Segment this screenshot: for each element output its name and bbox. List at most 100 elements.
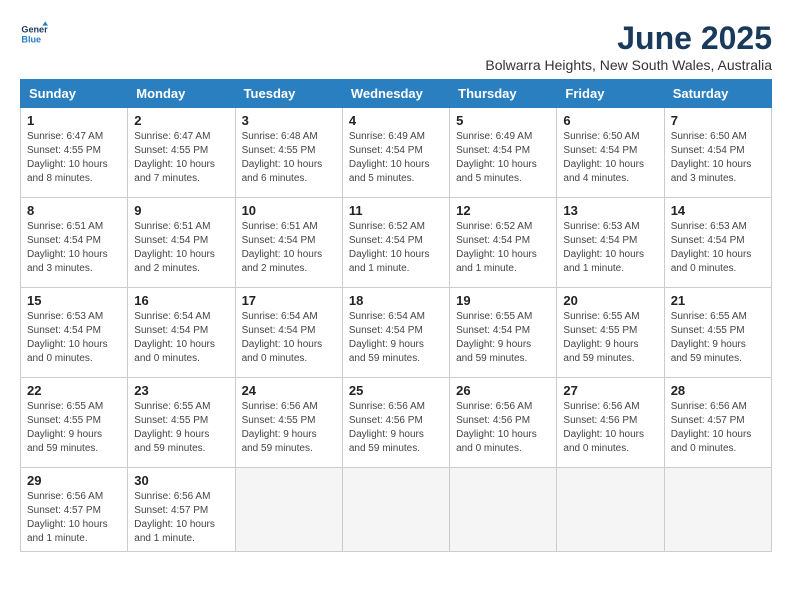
day-number: 1 bbox=[27, 113, 121, 128]
day-number: 11 bbox=[349, 203, 443, 218]
day-info: Sunrise: 6:53 AM Sunset: 4:54 PM Dayligh… bbox=[27, 310, 121, 366]
day-info: Sunrise: 6:56 AM Sunset: 4:57 PM Dayligh… bbox=[134, 490, 228, 546]
calendar-cell: 25 Sunrise: 6:56 AM Sunset: 4:56 PM Dayl… bbox=[342, 378, 449, 468]
day-info: Sunrise: 6:55 AM Sunset: 4:54 PM Dayligh… bbox=[456, 310, 550, 366]
day-number: 30 bbox=[134, 473, 228, 488]
day-info: Sunrise: 6:54 AM Sunset: 4:54 PM Dayligh… bbox=[349, 310, 443, 366]
calendar-cell: 17 Sunrise: 6:54 AM Sunset: 4:54 PM Dayl… bbox=[235, 288, 342, 378]
day-info: Sunrise: 6:51 AM Sunset: 4:54 PM Dayligh… bbox=[242, 220, 336, 276]
calendar-cell: 28 Sunrise: 6:56 AM Sunset: 4:57 PM Dayl… bbox=[664, 378, 771, 468]
calendar-cell: 1 Sunrise: 6:47 AM Sunset: 4:55 PM Dayli… bbox=[21, 108, 128, 198]
day-info: Sunrise: 6:56 AM Sunset: 4:56 PM Dayligh… bbox=[456, 400, 550, 456]
day-number: 15 bbox=[27, 293, 121, 308]
day-number: 24 bbox=[242, 383, 336, 398]
day-number: 28 bbox=[671, 383, 765, 398]
calendar-cell: 8 Sunrise: 6:51 AM Sunset: 4:54 PM Dayli… bbox=[21, 198, 128, 288]
day-number: 22 bbox=[27, 383, 121, 398]
day-number: 17 bbox=[242, 293, 336, 308]
day-number: 10 bbox=[242, 203, 336, 218]
calendar-cell: 16 Sunrise: 6:54 AM Sunset: 4:54 PM Dayl… bbox=[128, 288, 235, 378]
day-info: Sunrise: 6:51 AM Sunset: 4:54 PM Dayligh… bbox=[27, 220, 121, 276]
day-number: 9 bbox=[134, 203, 228, 218]
day-number: 18 bbox=[349, 293, 443, 308]
weekday-header-row: SundayMondayTuesdayWednesdayThursdayFrid… bbox=[21, 80, 772, 108]
calendar-cell: 20 Sunrise: 6:55 AM Sunset: 4:55 PM Dayl… bbox=[557, 288, 664, 378]
calendar-cell: 23 Sunrise: 6:55 AM Sunset: 4:55 PM Dayl… bbox=[128, 378, 235, 468]
day-number: 4 bbox=[349, 113, 443, 128]
day-number: 3 bbox=[242, 113, 336, 128]
weekday-header-wednesday: Wednesday bbox=[342, 80, 449, 108]
logo: General Blue bbox=[20, 20, 48, 48]
calendar-cell: 21 Sunrise: 6:55 AM Sunset: 4:55 PM Dayl… bbox=[664, 288, 771, 378]
day-info: Sunrise: 6:47 AM Sunset: 4:55 PM Dayligh… bbox=[134, 130, 228, 186]
month-title: June 2025 bbox=[485, 20, 772, 57]
calendar-cell: 7 Sunrise: 6:50 AM Sunset: 4:54 PM Dayli… bbox=[664, 108, 771, 198]
calendar-cell: 30 Sunrise: 6:56 AM Sunset: 4:57 PM Dayl… bbox=[128, 468, 235, 552]
calendar-cell: 9 Sunrise: 6:51 AM Sunset: 4:54 PM Dayli… bbox=[128, 198, 235, 288]
day-number: 19 bbox=[456, 293, 550, 308]
calendar-cell: 26 Sunrise: 6:56 AM Sunset: 4:56 PM Dayl… bbox=[450, 378, 557, 468]
calendar-week-4: 22 Sunrise: 6:55 AM Sunset: 4:55 PM Dayl… bbox=[21, 378, 772, 468]
day-info: Sunrise: 6:55 AM Sunset: 4:55 PM Dayligh… bbox=[134, 400, 228, 456]
weekday-header-tuesday: Tuesday bbox=[235, 80, 342, 108]
day-info: Sunrise: 6:50 AM Sunset: 4:54 PM Dayligh… bbox=[671, 130, 765, 186]
weekday-header-friday: Friday bbox=[557, 80, 664, 108]
day-info: Sunrise: 6:56 AM Sunset: 4:57 PM Dayligh… bbox=[671, 400, 765, 456]
calendar-cell bbox=[557, 468, 664, 552]
day-number: 20 bbox=[563, 293, 657, 308]
day-number: 8 bbox=[27, 203, 121, 218]
calendar-cell: 15 Sunrise: 6:53 AM Sunset: 4:54 PM Dayl… bbox=[21, 288, 128, 378]
calendar-cell: 19 Sunrise: 6:55 AM Sunset: 4:54 PM Dayl… bbox=[450, 288, 557, 378]
day-info: Sunrise: 6:53 AM Sunset: 4:54 PM Dayligh… bbox=[563, 220, 657, 276]
svg-text:Blue: Blue bbox=[21, 34, 41, 44]
calendar-week-3: 15 Sunrise: 6:53 AM Sunset: 4:54 PM Dayl… bbox=[21, 288, 772, 378]
calendar-cell: 4 Sunrise: 6:49 AM Sunset: 4:54 PM Dayli… bbox=[342, 108, 449, 198]
day-info: Sunrise: 6:51 AM Sunset: 4:54 PM Dayligh… bbox=[134, 220, 228, 276]
calendar-cell: 27 Sunrise: 6:56 AM Sunset: 4:56 PM Dayl… bbox=[557, 378, 664, 468]
calendar-cell bbox=[235, 468, 342, 552]
day-number: 12 bbox=[456, 203, 550, 218]
svg-text:General: General bbox=[21, 25, 48, 35]
day-info: Sunrise: 6:49 AM Sunset: 4:54 PM Dayligh… bbox=[456, 130, 550, 186]
weekday-header-saturday: Saturday bbox=[664, 80, 771, 108]
day-info: Sunrise: 6:56 AM Sunset: 4:56 PM Dayligh… bbox=[563, 400, 657, 456]
weekday-header-monday: Monday bbox=[128, 80, 235, 108]
day-number: 14 bbox=[671, 203, 765, 218]
day-info: Sunrise: 6:54 AM Sunset: 4:54 PM Dayligh… bbox=[134, 310, 228, 366]
day-number: 5 bbox=[456, 113, 550, 128]
day-number: 23 bbox=[134, 383, 228, 398]
weekday-header-sunday: Sunday bbox=[21, 80, 128, 108]
calendar-cell: 22 Sunrise: 6:55 AM Sunset: 4:55 PM Dayl… bbox=[21, 378, 128, 468]
location-title: Bolwarra Heights, New South Wales, Austr… bbox=[485, 57, 772, 73]
day-info: Sunrise: 6:55 AM Sunset: 4:55 PM Dayligh… bbox=[671, 310, 765, 366]
calendar-table: SundayMondayTuesdayWednesdayThursdayFrid… bbox=[20, 79, 772, 552]
calendar-cell bbox=[664, 468, 771, 552]
day-number: 27 bbox=[563, 383, 657, 398]
calendar-cell: 6 Sunrise: 6:50 AM Sunset: 4:54 PM Dayli… bbox=[557, 108, 664, 198]
day-info: Sunrise: 6:49 AM Sunset: 4:54 PM Dayligh… bbox=[349, 130, 443, 186]
day-number: 25 bbox=[349, 383, 443, 398]
calendar-cell: 11 Sunrise: 6:52 AM Sunset: 4:54 PM Dayl… bbox=[342, 198, 449, 288]
day-info: Sunrise: 6:52 AM Sunset: 4:54 PM Dayligh… bbox=[349, 220, 443, 276]
day-info: Sunrise: 6:55 AM Sunset: 4:55 PM Dayligh… bbox=[563, 310, 657, 366]
calendar-cell bbox=[342, 468, 449, 552]
calendar-cell: 24 Sunrise: 6:56 AM Sunset: 4:55 PM Dayl… bbox=[235, 378, 342, 468]
calendar-cell bbox=[450, 468, 557, 552]
day-info: Sunrise: 6:52 AM Sunset: 4:54 PM Dayligh… bbox=[456, 220, 550, 276]
day-number: 6 bbox=[563, 113, 657, 128]
day-info: Sunrise: 6:56 AM Sunset: 4:57 PM Dayligh… bbox=[27, 490, 121, 546]
day-info: Sunrise: 6:55 AM Sunset: 4:55 PM Dayligh… bbox=[27, 400, 121, 456]
day-info: Sunrise: 6:50 AM Sunset: 4:54 PM Dayligh… bbox=[563, 130, 657, 186]
calendar-cell: 14 Sunrise: 6:53 AM Sunset: 4:54 PM Dayl… bbox=[664, 198, 771, 288]
calendar-week-2: 8 Sunrise: 6:51 AM Sunset: 4:54 PM Dayli… bbox=[21, 198, 772, 288]
day-number: 29 bbox=[27, 473, 121, 488]
calendar-cell: 13 Sunrise: 6:53 AM Sunset: 4:54 PM Dayl… bbox=[557, 198, 664, 288]
calendar-cell: 3 Sunrise: 6:48 AM Sunset: 4:55 PM Dayli… bbox=[235, 108, 342, 198]
calendar-cell: 29 Sunrise: 6:56 AM Sunset: 4:57 PM Dayl… bbox=[21, 468, 128, 552]
day-number: 2 bbox=[134, 113, 228, 128]
page-header: General Blue June 2025 Bolwarra Heights,… bbox=[20, 20, 772, 73]
day-number: 21 bbox=[671, 293, 765, 308]
logo-icon: General Blue bbox=[20, 20, 48, 48]
calendar-cell: 18 Sunrise: 6:54 AM Sunset: 4:54 PM Dayl… bbox=[342, 288, 449, 378]
day-number: 16 bbox=[134, 293, 228, 308]
